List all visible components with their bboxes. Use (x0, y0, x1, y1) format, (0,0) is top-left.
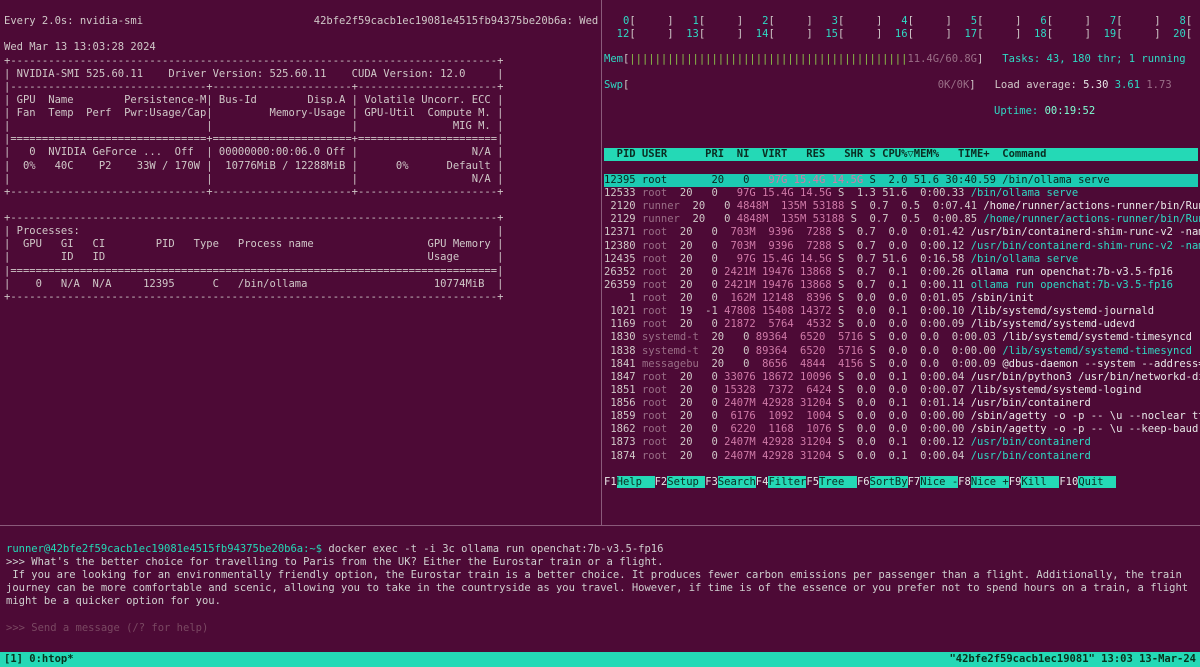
watch-header-left: Every 2.0s: nvidia-smi (4, 15, 143, 27)
load-line: Load average: 5.30 3.61 1.73 (995, 79, 1172, 91)
fnkey-kill[interactable]: F9 (1009, 476, 1022, 488)
process-row[interactable]: 1862 root 20 0 6220 1168 1076 S 0.0 0.0 … (604, 423, 1198, 436)
tmux-status-bar: [1] 0:htop* "42bfe2f59cacb1ec19081" 13:0… (0, 652, 1200, 667)
process-row[interactable]: 26352 root 20 0 2421M 19476 13868 S 0.7 … (604, 266, 1198, 279)
process-row[interactable]: 2129 runner 20 0 4848M 135M 53188 S 0.7 … (604, 213, 1198, 226)
tasks-line: Tasks: 43, 180 thr; 1 running (1002, 53, 1185, 65)
fnkey-nice +[interactable]: F8 (958, 476, 971, 488)
process-row[interactable]: 12395 root 20 0 97G 15.4G 14.5G S 2.0 51… (604, 174, 1198, 187)
process-row[interactable]: 1873 root 20 0 2407M 42928 31204 S 0.0 0… (604, 436, 1198, 449)
fnkey-search[interactable]: F3 (705, 476, 718, 488)
fnkey-setup[interactable]: F2 (655, 476, 668, 488)
process-row[interactable]: 1838 systemd-t 20 0 89364 6520 5716 S 0.… (604, 345, 1198, 358)
fnkey-filter[interactable]: F4 (756, 476, 769, 488)
fnkey-sortby[interactable]: F6 (857, 476, 870, 488)
watch-header-right: 42bfe2f59cacb1ec19081e4515fb94375be20b6a… (314, 15, 602, 27)
nvidia-smi-pane: Every 2.0s: nvidia-smi 42bfe2f59cacb1ec1… (0, 0, 602, 525)
process-row[interactable]: 12380 root 20 0 703M 9396 7288 S 0.7 0.0… (604, 240, 1198, 253)
process-list[interactable]: 12395 root 20 0 97G 15.4G 14.5G S 2.0 51… (604, 174, 1198, 463)
process-row[interactable]: 1856 root 20 0 2407M 42928 31204 S 0.0 0… (604, 397, 1198, 410)
fnkey-help[interactable]: F1 (604, 476, 617, 488)
process-row[interactable]: 1 root 20 0 162M 12148 8396 S 0.0 0.0 0:… (604, 292, 1198, 305)
process-header[interactable]: PID USER PRI NI VIRT RES SHR S CPU%▽MEM%… (604, 148, 1198, 161)
htop-pane: 0[ ] 1[ ] 2[ ] 3[ ] 4[ ] 5[ ] 6[ ] 7[ ] … (602, 0, 1200, 525)
fnkey-quit[interactable]: F10 (1059, 476, 1078, 488)
ollama-question: >>> What's the better choice for travell… (6, 556, 663, 568)
swap-label: Swp (604, 79, 623, 91)
process-row[interactable]: 1874 root 20 0 2407M 42928 31204 S 0.0 0… (604, 450, 1198, 463)
function-keys[interactable]: F1Help F2Setup F3SearchF4FilterF5Tree F6… (604, 476, 1198, 489)
process-row[interactable]: 1169 root 20 0 21872 5764 4532 S 0.0 0.0… (604, 318, 1198, 331)
shell-command: docker exec -t -i 3c ollama run openchat… (328, 543, 663, 555)
ollama-input-prompt[interactable]: >>> Send a message (/? for help) (6, 622, 208, 634)
shell-prompt: runner@42bfe2f59cacb1ec19081e4515fb94375… (6, 543, 328, 555)
cpu-meters: 0[ ] 1[ ] 2[ ] 3[ ] 4[ ] 5[ ] 6[ ] 7[ ] … (604, 15, 1198, 40)
process-row[interactable]: 1847 root 20 0 33076 18672 10096 S 0.0 0… (604, 371, 1198, 384)
tmux-status-right: "42bfe2f59cacb1ec19081" 13:03 13-Mar-24 (949, 653, 1196, 666)
process-row[interactable]: 12371 root 20 0 703M 9396 7288 S 0.7 0.0… (604, 226, 1198, 239)
process-row[interactable]: 1021 root 19 -1 47808 15408 14372 S 0.0 … (604, 305, 1198, 318)
process-row[interactable]: 26359 root 20 0 2421M 19476 13868 S 0.7 … (604, 279, 1198, 292)
process-row[interactable]: 12435 root 20 0 97G 15.4G 14.5G S 0.7 51… (604, 253, 1198, 266)
process-row[interactable]: 1841 messagebu 20 0 8656 4844 4156 S 0.0… (604, 358, 1198, 371)
mem-label: Mem (604, 53, 623, 65)
watch-date: Wed Mar 13 13:03:28 2024 (4, 41, 156, 53)
process-row[interactable]: 1859 root 20 0 6176 1092 1004 S 0.0 0.0 … (604, 410, 1198, 423)
process-row[interactable]: 1851 root 20 0 15328 7372 6424 S 0.0 0.0… (604, 384, 1198, 397)
ollama-answer: If you are looking for an environmentall… (6, 569, 1194, 607)
process-row[interactable]: 2120 runner 20 0 4848M 135M 53188 S 0.7 … (604, 200, 1198, 213)
fnkey-tree[interactable]: F5 (806, 476, 819, 488)
process-row[interactable]: 1830 systemd-t 20 0 89364 6520 5716 S 0.… (604, 331, 1198, 344)
terminal-pane[interactable]: runner@42bfe2f59cacb1ec19081e4515fb94375… (0, 526, 1200, 652)
fnkey-nice -[interactable]: F7 (908, 476, 921, 488)
process-row[interactable]: 12533 root 20 0 97G 15.4G 14.5G S 1.3 51… (604, 187, 1198, 200)
tmux-status-left: [1] 0:htop* (4, 653, 74, 666)
